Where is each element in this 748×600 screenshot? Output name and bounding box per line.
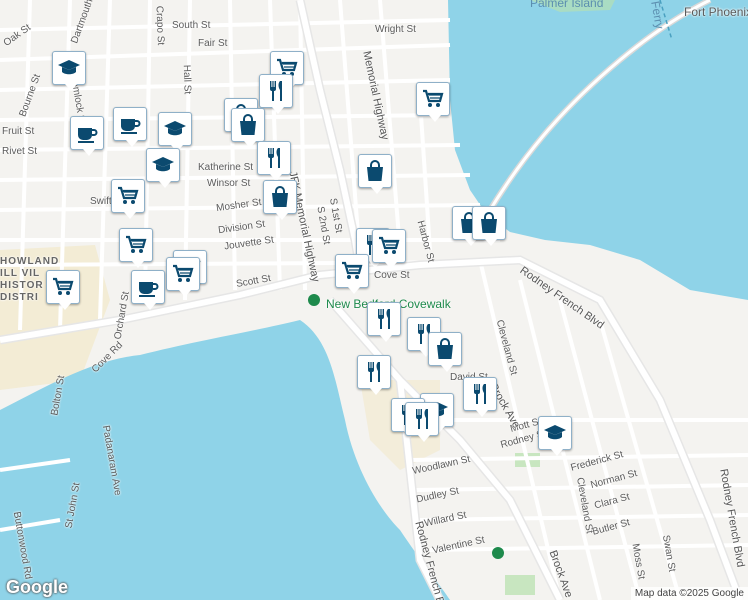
cart-icon bbox=[342, 261, 363, 279]
shopping-bag-icon bbox=[481, 212, 497, 233]
cart-icon bbox=[379, 236, 400, 254]
poi-grocery-marker[interactable] bbox=[111, 179, 145, 219]
street-label: Fruit St bbox=[2, 126, 35, 137]
poi-grocery-marker[interactable] bbox=[166, 257, 200, 297]
street-label: Rivet St bbox=[2, 146, 38, 157]
street-label: South St bbox=[172, 20, 211, 31]
fork-knife-icon bbox=[416, 409, 428, 429]
poi-grocery-marker[interactable] bbox=[335, 254, 369, 294]
poi-education-marker[interactable] bbox=[538, 416, 572, 456]
fork-knife-icon bbox=[474, 384, 486, 404]
poi-grocery-marker[interactable] bbox=[416, 82, 450, 122]
graduation-cap-icon bbox=[544, 425, 566, 440]
poi-education-marker[interactable] bbox=[52, 51, 86, 91]
fork-knife-icon bbox=[268, 148, 280, 168]
poi-grocery-marker[interactable] bbox=[119, 228, 153, 268]
street-label: Hall St bbox=[180, 64, 193, 95]
cart-icon bbox=[118, 186, 139, 204]
poi-restaurant-marker[interactable] bbox=[259, 74, 293, 114]
fork-knife-icon bbox=[368, 362, 380, 382]
street-label: Katherine St bbox=[198, 162, 254, 173]
google-logo: Google bbox=[6, 577, 68, 597]
coffee-cup-icon bbox=[139, 282, 159, 297]
street-label: Wright St bbox=[375, 24, 416, 35]
fork-knife-icon bbox=[378, 309, 390, 329]
water-label-palmer-island: Palmer Island bbox=[530, 0, 604, 10]
cart-icon bbox=[173, 264, 194, 282]
map-canvas[interactable]: Palmer Island Ferry Fort Phoenix New Bed… bbox=[0, 0, 748, 600]
cart-icon bbox=[53, 277, 74, 295]
poi-education-marker[interactable] bbox=[146, 148, 180, 188]
poi-shopping-marker[interactable] bbox=[472, 206, 506, 246]
cart-icon bbox=[423, 89, 444, 107]
poi-shopping-marker[interactable] bbox=[428, 332, 462, 372]
poi-shopping-marker[interactable] bbox=[358, 154, 392, 194]
shopping-bag-icon bbox=[240, 114, 256, 135]
graduation-cap-icon bbox=[152, 157, 174, 172]
poi-education-marker[interactable] bbox=[158, 112, 192, 152]
graduation-cap-icon bbox=[58, 60, 80, 75]
poi-shopping-marker[interactable] bbox=[263, 180, 297, 220]
poi-restaurant-marker[interactable] bbox=[257, 141, 291, 181]
coffee-cup-icon bbox=[78, 128, 98, 143]
street-label: Winsor St bbox=[207, 178, 251, 189]
map-attribution: Map data ©2025 Google bbox=[630, 587, 748, 600]
poi-restaurant-marker[interactable] bbox=[405, 402, 439, 442]
poi-restaurant-marker[interactable] bbox=[463, 377, 497, 417]
poi-restaurant-marker[interactable] bbox=[357, 355, 391, 395]
street-label: Crapo St bbox=[153, 5, 166, 46]
poi-grocery-marker[interactable] bbox=[372, 229, 406, 269]
street-label: Cove St bbox=[374, 270, 410, 281]
shopping-bag-icon bbox=[367, 160, 383, 181]
fork-knife-icon bbox=[270, 81, 282, 101]
street-label: Fair St bbox=[198, 38, 228, 49]
poi-cafe-marker[interactable] bbox=[131, 270, 165, 310]
graduation-cap-icon bbox=[164, 121, 186, 136]
cart-icon bbox=[126, 235, 147, 253]
poi-cafe-marker[interactable] bbox=[70, 116, 104, 156]
poi-restaurant-marker[interactable] bbox=[367, 302, 401, 342]
poi-grocery-marker[interactable] bbox=[46, 270, 80, 310]
shopping-bag-icon bbox=[272, 186, 288, 207]
poi-cafe-marker[interactable] bbox=[113, 107, 147, 147]
poi-shopping-marker[interactable] bbox=[231, 108, 265, 148]
place-label-fort-phoenix: Fort Phoenix bbox=[684, 5, 748, 19]
shopping-bag-icon bbox=[437, 338, 453, 359]
coffee-cup-icon bbox=[121, 119, 141, 134]
